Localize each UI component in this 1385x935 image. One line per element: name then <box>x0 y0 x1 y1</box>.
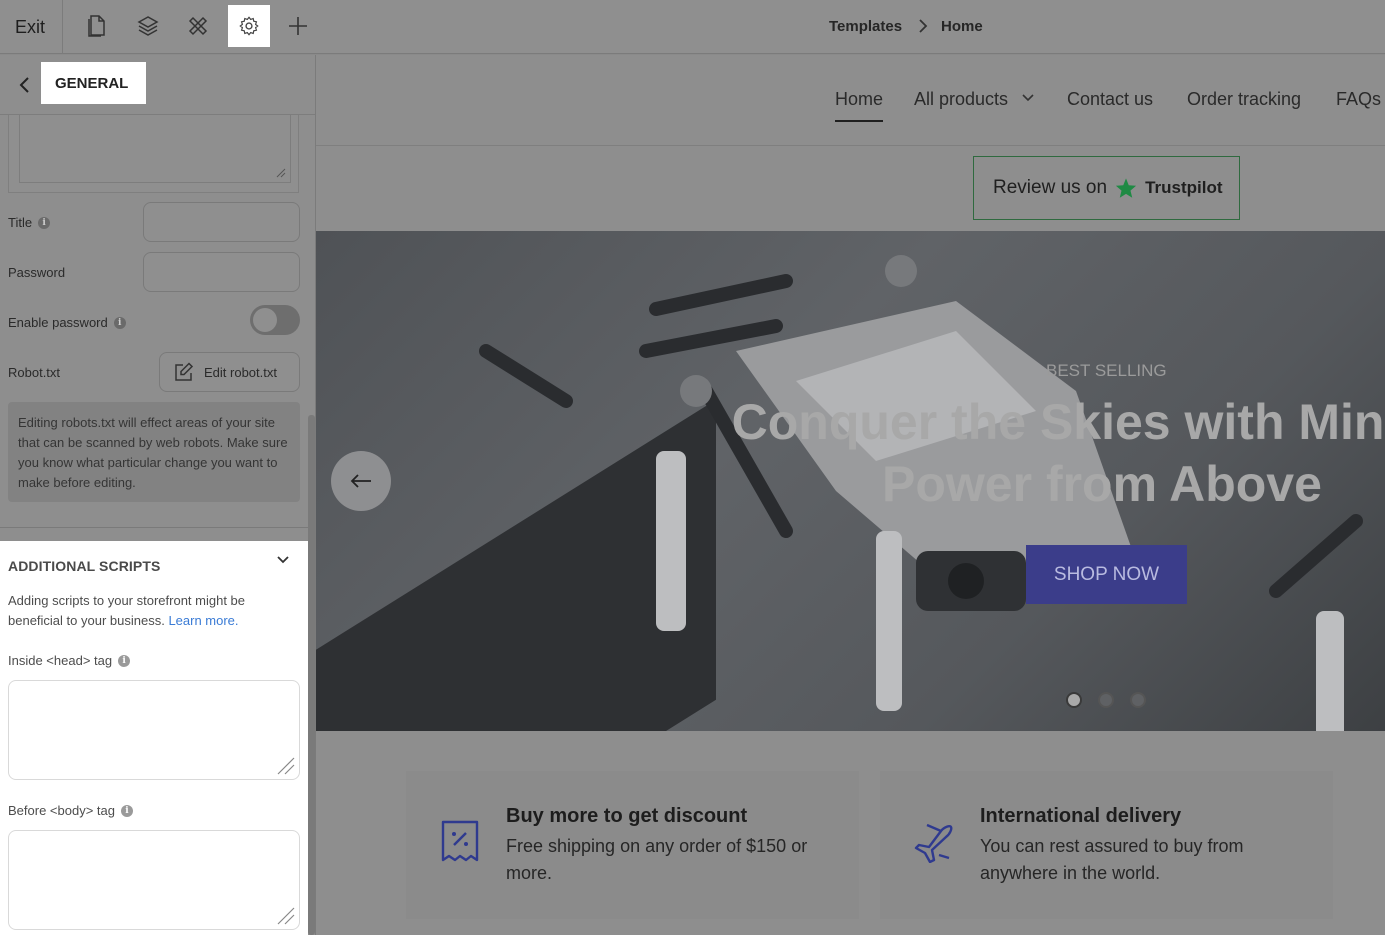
slide-dot-3[interactable] <box>1130 692 1146 708</box>
hero-slider: BEST SELLING Conquer the Skies with Mini… <box>316 231 1385 731</box>
chevron-right-icon <box>919 19 928 33</box>
scripts-title[interactable]: ADDITIONAL SCRIPTS <box>8 558 160 574</box>
breadcrumb-current: Home <box>941 18 983 35</box>
feature-card-discount: Buy more to get discount Free shipping o… <box>406 771 859 919</box>
panel-title: GENERAL <box>41 62 146 104</box>
title-input[interactable] <box>143 202 300 242</box>
toggle-knob <box>253 308 277 332</box>
feature-title: Buy more to get discount <box>506 805 748 827</box>
hero-title: Conquer the Skies with Mini Power from A… <box>685 391 1385 515</box>
store-preview: Home All products Contact us Order track… <box>316 55 1385 935</box>
exit-button[interactable]: Exit <box>15 17 45 38</box>
title-row: Title i <box>8 215 51 230</box>
trustpilot-widget[interactable]: Review us on Trustpilot <box>973 156 1240 220</box>
top-toolbar: Exit Templates Home <box>0 0 1385 54</box>
textarea-partial <box>8 115 299 193</box>
scripts-description: Adding scripts to your storefront might … <box>8 591 288 631</box>
info-icon[interactable]: i <box>118 654 131 667</box>
store-nav: Home All products Contact us Order track… <box>316 55 1385 146</box>
edit-robot-button[interactable]: Edit robot.txt <box>159 352 300 392</box>
page-icon[interactable] <box>76 5 118 47</box>
title-label: Title <box>8 215 33 230</box>
prev-slide-button[interactable] <box>331 451 391 511</box>
resize-grip-icon[interactable] <box>276 168 286 178</box>
settings-panel: GENERAL Title i Password Enable password… <box>0 55 316 935</box>
resize-grip-icon[interactable] <box>275 755 295 775</box>
description-textarea[interactable] <box>19 115 291 183</box>
info-icon[interactable]: i <box>120 804 133 817</box>
layers-icon[interactable] <box>127 5 169 47</box>
robots-note: Editing robots.txt will effect areas of … <box>8 402 300 502</box>
enable-password-row: Enable password i <box>8 315 126 330</box>
plus-icon[interactable] <box>277 5 319 47</box>
head-script-textarea[interactable] <box>8 680 300 780</box>
nav-all-products-label: All products <box>914 89 1009 109</box>
robot-row: Robot.txt <box>8 365 60 380</box>
nav-home[interactable]: Home <box>835 89 883 110</box>
info-icon[interactable]: i <box>113 316 126 329</box>
head-tag-row: Inside <head> tag i <box>8 653 131 668</box>
gear-icon[interactable] <box>228 5 270 47</box>
enable-password-toggle[interactable] <box>250 305 300 335</box>
chevron-down-icon[interactable] <box>275 552 291 568</box>
star-icon <box>1115 178 1137 198</box>
section-divider <box>0 527 315 528</box>
body-tag-row: Before <body> tag i <box>8 803 133 818</box>
robot-label: Robot.txt <box>8 365 61 380</box>
slide-dot-1[interactable] <box>1066 692 1082 708</box>
trustpilot-brand: Trustpilot <box>1145 178 1223 197</box>
feature-card-delivery: International delivery You can rest assu… <box>880 771 1333 919</box>
hero-eyebrow: BEST SELLING <box>1046 361 1167 380</box>
feature-desc: You can rest assured to buy from anywher… <box>980 836 1244 883</box>
additional-scripts-section: ADDITIONAL SCRIPTS Adding scripts to you… <box>0 541 308 935</box>
password-row: Password <box>8 265 65 280</box>
body-script-textarea[interactable] <box>8 830 300 930</box>
back-icon[interactable] <box>15 75 35 95</box>
edit-icon <box>175 362 194 381</box>
nav-faqs[interactable]: FAQs <box>1336 89 1381 110</box>
arrow-left-icon <box>350 474 371 488</box>
panel-scrollbar[interactable] <box>308 415 315 935</box>
nav-active-indicator <box>835 120 883 122</box>
feature-desc: Free shipping on any order of $150 or mo… <box>506 836 808 883</box>
toolbar-divider <box>62 0 63 54</box>
enable-password-label: Enable password <box>8 315 108 330</box>
body-tag-label: Before <body> tag <box>8 803 115 818</box>
slide-dot-2[interactable] <box>1098 692 1114 708</box>
discount-receipt-icon <box>441 820 479 862</box>
trustpilot-prefix: Review us on <box>993 177 1108 198</box>
edit-robot-label: Edit robot.txt <box>204 364 277 380</box>
panel-header: GENERAL <box>0 55 315 115</box>
info-icon[interactable]: i <box>38 216 51 229</box>
nav-order-tracking[interactable]: Order tracking <box>1187 89 1301 110</box>
head-tag-label: Inside <head> tag <box>8 653 113 668</box>
chevron-down-icon <box>1022 94 1034 102</box>
feature-title: International delivery <box>980 805 1182 827</box>
password-label: Password <box>8 265 66 280</box>
learn-more-link[interactable]: Learn more. <box>168 613 238 628</box>
password-input[interactable] <box>143 252 300 292</box>
shop-now-button[interactable]: SHOP NOW <box>1026 545 1187 604</box>
resize-grip-icon[interactable] <box>275 905 295 925</box>
breadcrumb-templates[interactable]: Templates <box>829 18 902 35</box>
nav-contact-us[interactable]: Contact us <box>1067 89 1153 110</box>
hero-title-line1: Conquer the Skies with Mini <box>731 394 1385 450</box>
nav-all-products[interactable]: All products <box>914 89 1035 110</box>
tools-icon[interactable] <box>177 5 219 47</box>
hero-title-line2: Power from Above <box>882 456 1322 512</box>
airplane-icon <box>914 823 953 863</box>
